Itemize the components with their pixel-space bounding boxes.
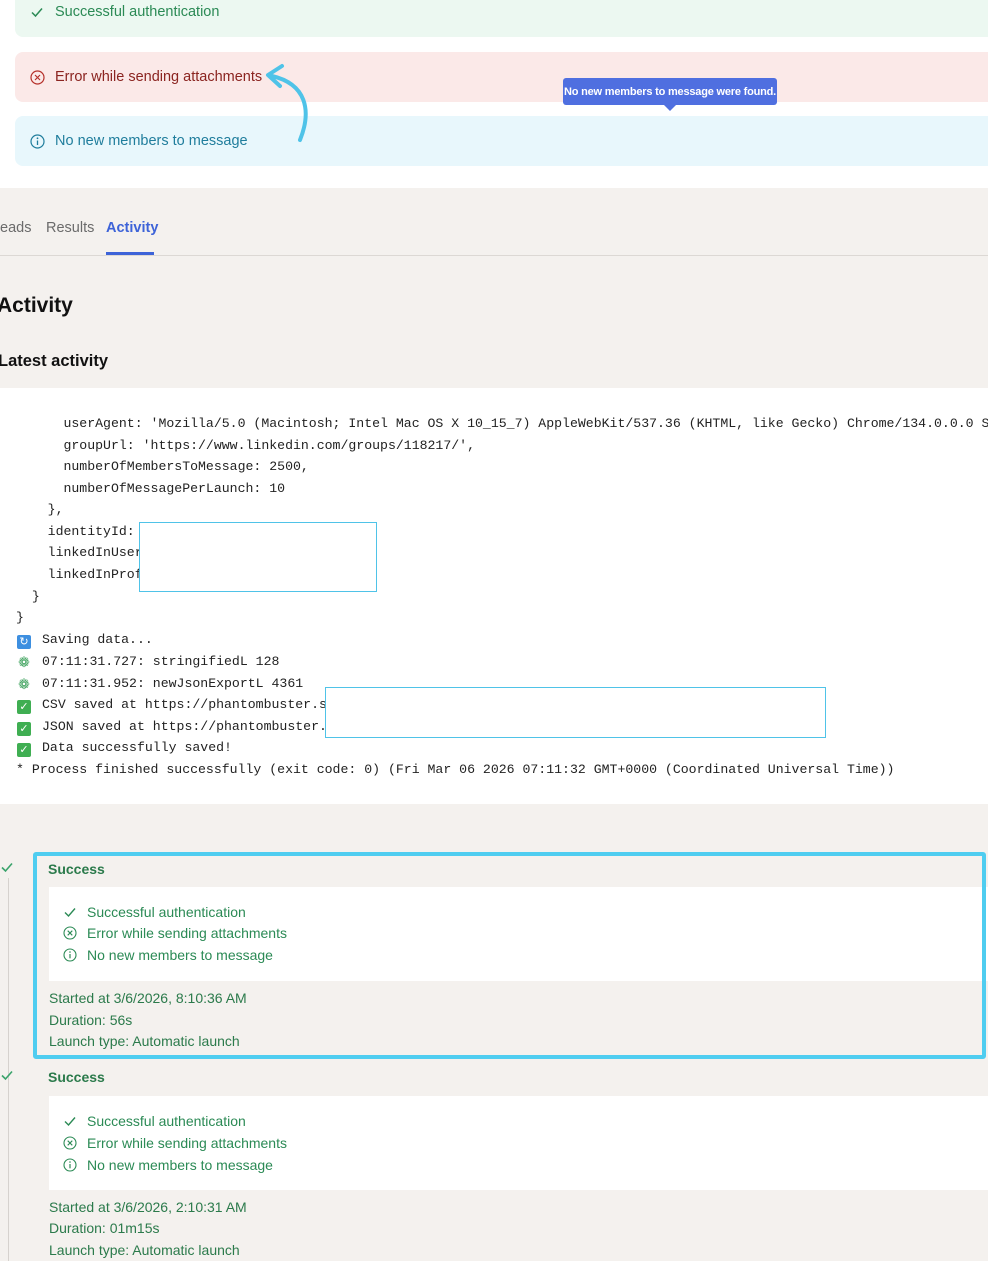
notification-panel: Successful authentication Error while se…: [0, 0, 988, 188]
error-circle-icon: [63, 1136, 77, 1150]
alert-info: No new members to message: [15, 116, 988, 166]
tab-leads[interactable]: eads: [0, 220, 31, 236]
save-icon: ↻: [17, 635, 31, 649]
run-message-info: No new members to message: [63, 1157, 273, 1173]
redaction-box: [139, 522, 377, 592]
log-line-finished: * Process finished successfully (exit co…: [16, 762, 895, 777]
caterpillar-icon: ❁: [18, 677, 30, 693]
alert-error-text: Error while sending attachments: [55, 69, 263, 85]
check-box-icon: ✓: [17, 700, 31, 714]
latest-activity-heading: Latest activity: [0, 352, 109, 370]
active-tab-indicator: [106, 252, 154, 255]
run-started: Started at 3/6/2026, 2:10:31 AM: [49, 1199, 247, 1215]
log-line: numberOfMembersToMessage: 2500,: [16, 459, 309, 474]
run-item[interactable]: Success Successful authentication Error …: [0, 1060, 988, 1261]
log-line-newjson: ❁ 07:11:31.952: newJsonExportL 4361: [17, 676, 303, 692]
log-line-saving: ↻ Saving data...: [17, 632, 153, 649]
check-icon: [0, 860, 18, 878]
tab-bar: eads Results Activity: [0, 212, 988, 256]
check-icon: [63, 1114, 77, 1128]
message-text: Error while sending attachments: [87, 1135, 287, 1151]
run-status: Success: [48, 1069, 105, 1085]
log-text: 07:11:31.727: stringifiedL 128: [42, 654, 280, 669]
run-message-error: Error while sending attachments: [63, 1135, 287, 1151]
run-message-success: Successful authentication: [63, 1113, 246, 1129]
message-text: No new members to message: [87, 1157, 273, 1173]
alert-info-text: No new members to message: [55, 133, 248, 149]
log-text: CSV saved at https://phantombuster.s: [42, 697, 327, 712]
check-icon: [29, 4, 45, 20]
log-line-stringified: ❁ 07:11:31.727: stringifiedL 128: [17, 654, 279, 670]
message-text: Successful authentication: [87, 1113, 246, 1129]
log-line: linkedInUser: [16, 545, 143, 560]
log-line: numberOfMessagePerLaunch: 10: [16, 481, 286, 496]
log-text: JSON saved at https://phantombuster.: [42, 719, 327, 734]
log-line: userAgent: 'Mozilla/5.0 (Macintosh; Inte…: [16, 416, 988, 431]
redaction-box: [325, 687, 826, 738]
log-line-json: ✓ JSON saved at https://phantombuster.: [17, 719, 327, 736]
activity-log: userAgent: 'Mozilla/5.0 (Macintosh; Inte…: [0, 388, 988, 804]
alert-success-text: Successful authentication: [55, 4, 220, 20]
alert-success: Successful authentication: [15, 0, 988, 37]
check-icon: [0, 1068, 18, 1086]
annotation-arrow-icon: [266, 64, 308, 142]
log-line: }: [16, 589, 40, 604]
highlight-frame: [33, 852, 986, 1059]
check-box-icon: ✓: [17, 722, 31, 736]
log-line-saved: ✓ Data successfully saved!: [17, 740, 232, 757]
check-box-icon: ✓: [17, 743, 31, 757]
page-title: Activity: [0, 294, 73, 317]
log-line: },: [16, 502, 64, 517]
log-line: identityId:: [16, 524, 135, 539]
info-circle-icon: [63, 1158, 77, 1172]
log-text: Saving data...: [42, 632, 153, 647]
error-circle-icon: [29, 69, 45, 85]
tooltip: No new members to message were found.: [563, 78, 777, 111]
log-line: groupUrl: 'https://www.linkedin.com/grou…: [16, 438, 475, 453]
run-messages: Successful authentication Error while se…: [49, 1096, 988, 1190]
tab-results[interactable]: Results: [46, 220, 94, 236]
log-text: Data successfully saved!: [42, 740, 232, 755]
tab-activity[interactable]: Activity: [106, 220, 158, 236]
log-line: linkedInProf: [16, 567, 143, 582]
log-line-csv: ✓ CSV saved at https://phantombuster.s: [17, 697, 327, 714]
log-line: }: [16, 610, 24, 625]
info-circle-icon: [29, 133, 45, 149]
run-launch-type: Launch type: Automatic launch: [49, 1242, 240, 1258]
run-duration: Duration: 01m15s: [49, 1220, 160, 1236]
alert-error: Error while sending attachments: [15, 52, 988, 102]
log-text: 07:11:31.952: newJsonExportL 4361: [42, 676, 304, 691]
caterpillar-icon: ❁: [18, 655, 30, 671]
